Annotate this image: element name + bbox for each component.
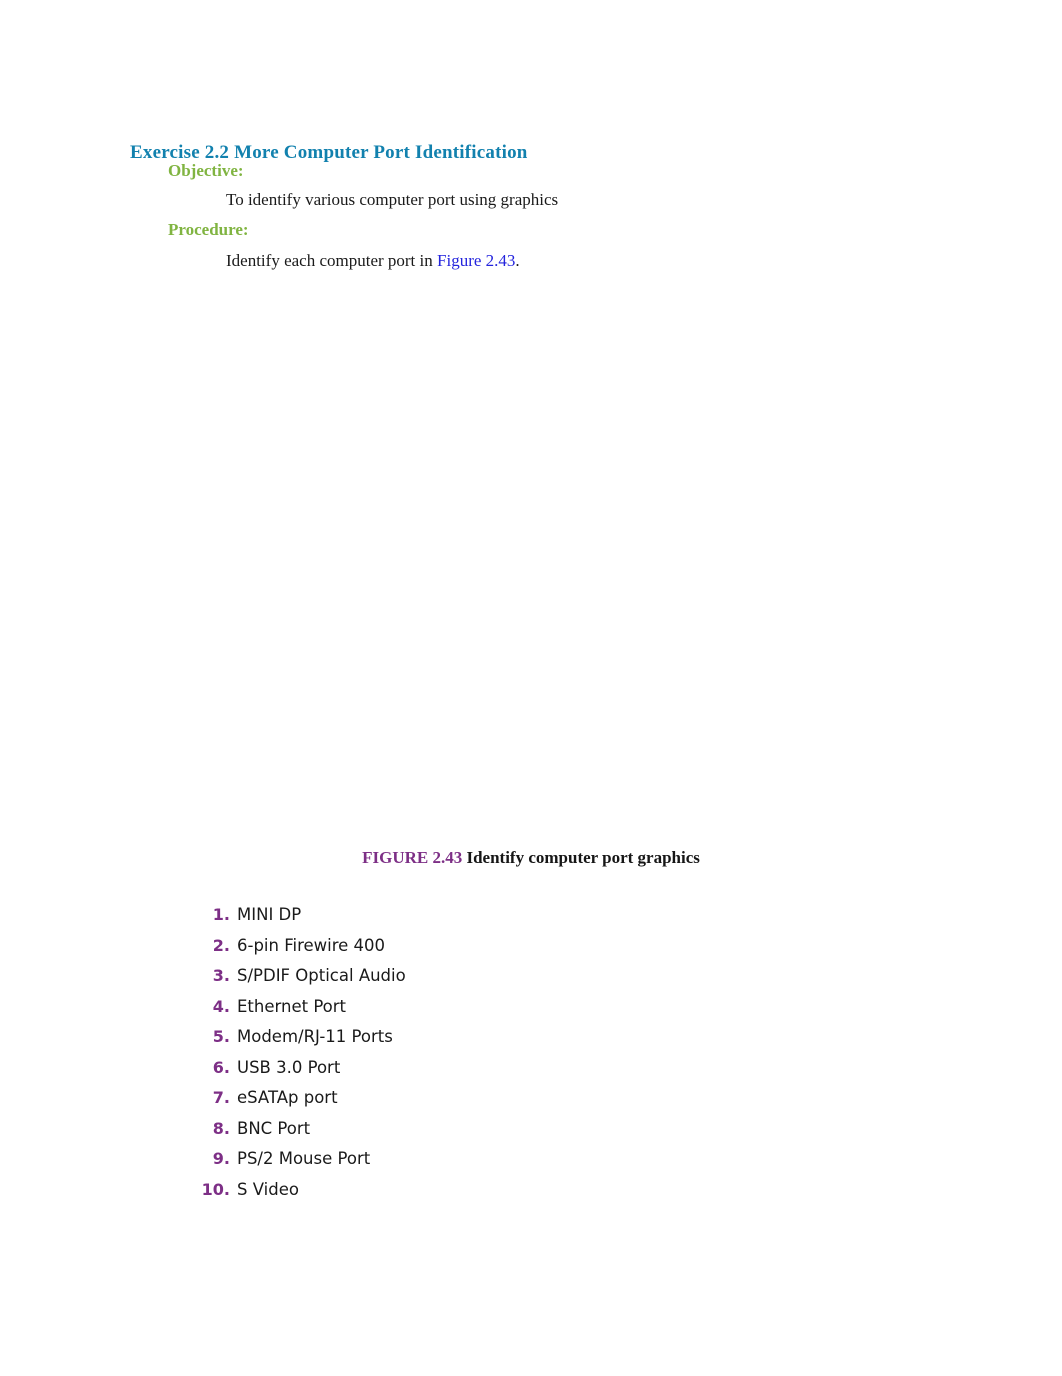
list-item-label: S Video	[237, 1179, 299, 1199]
list-item: 2. 6-pin Firewire 400	[40, 931, 1062, 962]
list-item-label: eSATAp port	[237, 1088, 338, 1107]
figure-caption-title-text: Identify computer port graphics	[466, 848, 700, 867]
procedure-label: Procedure:	[168, 220, 249, 239]
list-item-label: Ethernet Port	[237, 996, 347, 1016]
list-item-number: 10.	[201, 1179, 230, 1199]
procedure-text-prefix: Identify each computer port in	[226, 251, 438, 270]
list-item-label: USB 3.0 Port	[237, 1057, 341, 1077]
document-page: Exercise 2.2 More Computer Port Identifi…	[0, 0, 1062, 1376]
list-item: 1. MINI DP	[40, 900, 1062, 931]
objective-label: Objective:	[168, 161, 244, 180]
list-item: 3. S/PDIF Optical Audio	[40, 961, 1062, 992]
answer-list: 1. MINI DP 2. 6-pin Firewire 400 3. S/PDIF Op…	[0, 900, 1062, 1205]
list-item-label: MINI DP	[237, 905, 302, 924]
figure-reference-link[interactable]: Figure 2.43	[437, 251, 515, 270]
list-item: 6. USB 3.0 Port	[40, 1053, 1062, 1084]
list-item: 10. S Video	[40, 1175, 1062, 1206]
figure-image-placeholder	[130, 292, 930, 840]
figure-caption: FIGURE 2.43 Identify computer port graph…	[0, 848, 1062, 868]
list-item-number: 1.	[212, 905, 230, 924]
list-item: 5. Modem/RJ-11 Ports	[40, 1022, 1062, 1053]
list-item: 8. BNC Port	[40, 1114, 1062, 1145]
procedure-text-suffix: .	[515, 251, 520, 270]
list-item-number: 9.	[212, 1149, 230, 1168]
list-item: 9. PS/2 Mouse Port	[40, 1144, 1062, 1175]
list-item-number: 7.	[212, 1088, 230, 1107]
list-item-number: 5.	[212, 1027, 230, 1046]
list-item: 4. Ethernet Port	[40, 992, 1062, 1023]
list-item-label: Modem/RJ-11 Ports	[237, 1027, 393, 1046]
list-item-number: 6.	[212, 1057, 230, 1077]
list-item-number: 4.	[212, 996, 230, 1016]
objective-text: To identify various computer port using …	[226, 190, 559, 209]
figure-caption-label: FIGURE 2.43	[362, 848, 463, 867]
list-item-label: BNC Port	[237, 1118, 311, 1138]
list-item: 7. eSATAp port	[40, 1083, 1062, 1114]
list-item-label: 6-pin Firewire 400	[237, 935, 386, 955]
list-item-label: PS/2 Mouse Port	[237, 1149, 371, 1168]
list-item-number: 3.	[212, 966, 230, 985]
list-item-label: S/PDIF Optical Audio	[237, 966, 406, 985]
procedure-text: Identify each computer port in Figure 2.…	[226, 251, 520, 271]
list-item-number: 8.	[212, 1118, 230, 1138]
list-item-number: 2.	[212, 935, 230, 955]
